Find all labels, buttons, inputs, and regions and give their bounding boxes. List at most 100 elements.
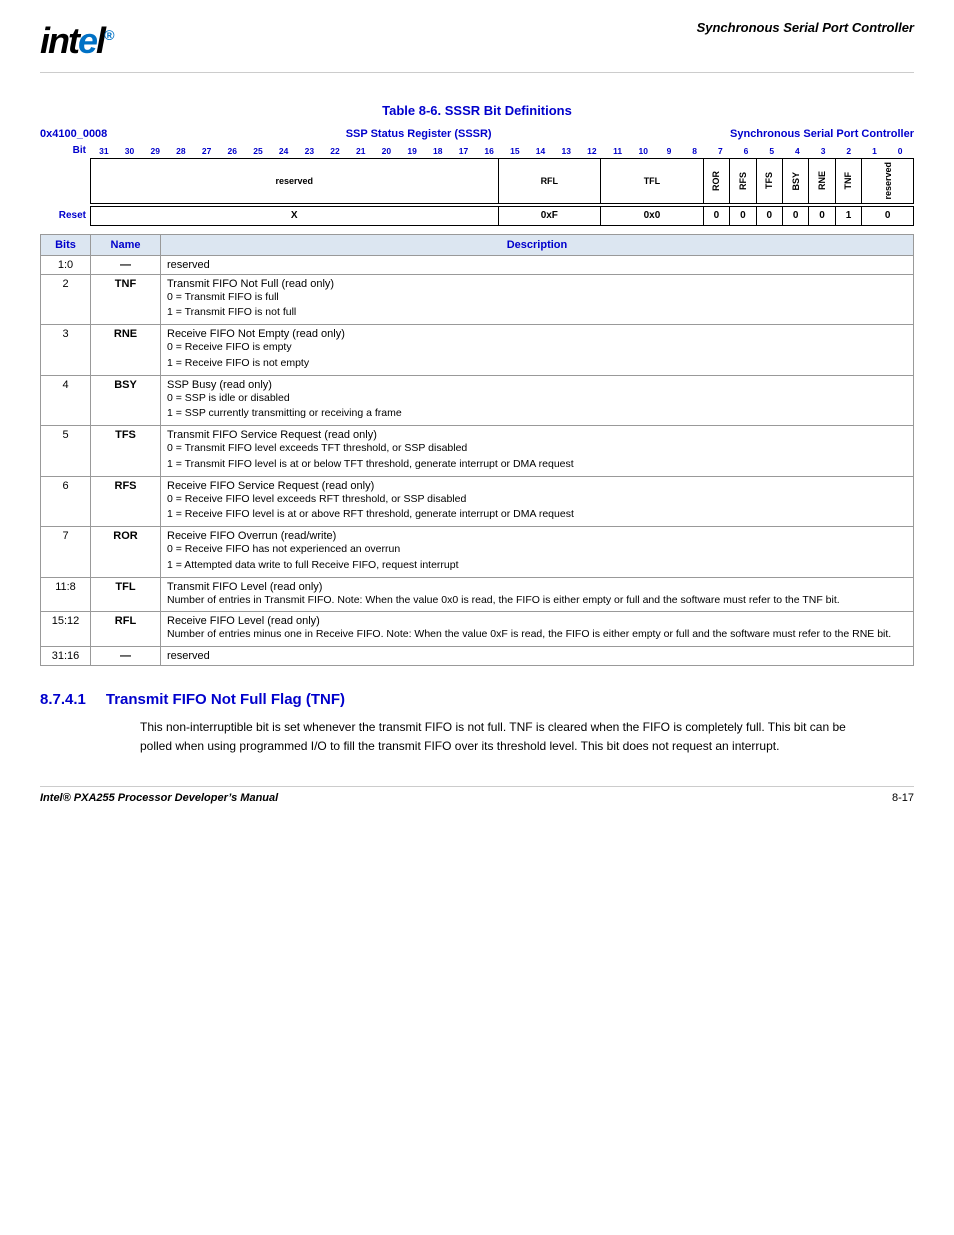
reset-val-1: 0xF	[498, 206, 601, 226]
field-rfl: RFL	[498, 158, 601, 204]
table-body: 1:0—reserved2TNFTransmit FIFO Not Full (…	[41, 255, 914, 666]
reset-val-4: 0	[729, 206, 755, 226]
bit-num-26: 26	[219, 146, 245, 156]
bit-num-17: 17	[451, 146, 477, 156]
bit-num-24: 24	[271, 146, 297, 156]
bit-num-29: 29	[142, 146, 168, 156]
bit-num-18: 18	[425, 146, 451, 156]
bit-num-30: 30	[117, 146, 143, 156]
register-name: SSP Status Register (SSSR)	[346, 128, 492, 140]
bit-num-5: 5	[759, 146, 785, 156]
cell-bits: 3	[41, 325, 91, 376]
cell-bits: 4	[41, 375, 91, 426]
bit-label: Bit	[40, 145, 90, 156]
register-controller: Synchronous Serial Port Controller	[730, 128, 914, 140]
table-row: 6RFSReceive FIFO Service Request (read o…	[41, 476, 914, 527]
cell-bits: 11:8	[41, 577, 91, 612]
bit-number-cells: 3130292827262524232221201918171615141312…	[90, 146, 914, 156]
bit-num-21: 21	[348, 146, 374, 156]
reset-val-8: 1	[835, 206, 861, 226]
table-row: 7RORReceive FIFO Overrun (read/write)0 =…	[41, 527, 914, 578]
bit-num-28: 28	[168, 146, 194, 156]
cell-bits: 6	[41, 476, 91, 527]
reset-val-9: 0	[861, 206, 914, 226]
bit-num-23: 23	[297, 146, 323, 156]
bit-num-12: 12	[579, 146, 605, 156]
table-title: Table 8-6. SSSR Bit Definitions	[40, 103, 914, 118]
table-row: 4BSYSSP Busy (read only)0 = SSP is idle …	[41, 375, 914, 426]
table-row: 11:8TFLTransmit FIFO Level (read only)Nu…	[41, 577, 914, 612]
cell-name: TFL	[91, 577, 161, 612]
reset-val-5: 0	[756, 206, 782, 226]
footer-right: 8-17	[892, 792, 914, 804]
cell-name: RFS	[91, 476, 161, 527]
register-diagram-row: reservedRFLTFLRORRFSTFSBSYRNETNFreserved	[40, 158, 914, 204]
bit-num-11: 11	[605, 146, 631, 156]
col-description: Description	[161, 234, 914, 255]
col-name: Name	[91, 234, 161, 255]
field-reserved: reserved	[90, 158, 498, 204]
register-fields: reservedRFLTFLRORRFSTFSBSYRNETNFreserved	[90, 158, 914, 204]
table-row: 2TNFTransmit FIFO Not Full (read only)0 …	[41, 274, 914, 325]
cell-desc: Transmit FIFO Level (read only)Number of…	[161, 577, 914, 612]
intel-logo: intel®	[40, 20, 112, 62]
cell-bits: 7	[41, 527, 91, 578]
header-title: Synchronous Serial Port Controller	[697, 20, 914, 35]
field-tnf: TNF	[835, 158, 861, 204]
bit-num-15: 15	[502, 146, 528, 156]
footer-left: Intel® PXA255 Processor Developer’s Manu…	[40, 792, 278, 804]
cell-bits: 31:16	[41, 647, 91, 666]
field-rfs: RFS	[729, 158, 755, 204]
cell-desc: Receive FIFO Overrun (read/write)0 = Rec…	[161, 527, 914, 578]
page-header: intel® Synchronous Serial Port Controlle…	[40, 20, 914, 73]
bit-num-6: 6	[733, 146, 759, 156]
cell-name: RFL	[91, 612, 161, 647]
bit-num-7: 7	[708, 146, 734, 156]
cell-desc: Transmit FIFO Service Request (read only…	[161, 426, 914, 477]
cell-bits: 1:0	[41, 255, 91, 274]
cell-desc: Receive FIFO Service Request (read only)…	[161, 476, 914, 527]
bit-num-4: 4	[785, 146, 811, 156]
field-ror: ROR	[703, 158, 729, 204]
section-number: 8.7.4.1	[40, 691, 86, 708]
page-footer: Intel® PXA255 Processor Developer’s Manu…	[40, 786, 914, 804]
table-header-row: Bits Name Description	[41, 234, 914, 255]
cell-desc: Transmit FIFO Not Full (read only)0 = Tr…	[161, 274, 914, 325]
col-bits: Bits	[41, 234, 91, 255]
bit-num-2: 2	[836, 146, 862, 156]
table-row: 31:16—reserved	[41, 647, 914, 666]
field-rne: RNE	[808, 158, 834, 204]
section-heading: 8.7.4.1 Transmit FIFO Not Full Flag (TNF…	[40, 691, 914, 708]
cell-desc: Receive FIFO Level (read only)Number of …	[161, 612, 914, 647]
table-row: 5TFSTransmit FIFO Service Request (read …	[41, 426, 914, 477]
definitions-table: Bits Name Description 1:0—reserved2TNFTr…	[40, 234, 914, 667]
cell-desc: reserved	[161, 647, 914, 666]
table-row: 1:0—reserved	[41, 255, 914, 274]
table-row: 15:12RFLReceive FIFO Level (read only)Nu…	[41, 612, 914, 647]
cell-name: —	[91, 647, 161, 666]
section-body: This non-interruptible bit is set whenev…	[140, 718, 874, 756]
cell-name: TNF	[91, 274, 161, 325]
field-tfl: TFL	[600, 158, 703, 204]
cell-name: TFS	[91, 426, 161, 477]
cell-bits: 5	[41, 426, 91, 477]
bit-num-0: 0	[887, 146, 913, 156]
cell-desc: reserved	[161, 255, 914, 274]
reset-val-6: 0	[782, 206, 808, 226]
bit-num-1: 1	[862, 146, 888, 156]
register-header: 0x4100_0008 SSP Status Register (SSSR) S…	[40, 128, 914, 140]
cell-bits: 2	[41, 274, 91, 325]
bit-num-19: 19	[399, 146, 425, 156]
cell-name: ROR	[91, 527, 161, 578]
cell-bits: 15:12	[41, 612, 91, 647]
logo-text: intel®	[40, 20, 112, 61]
bit-num-16: 16	[476, 146, 502, 156]
cell-name: BSY	[91, 375, 161, 426]
reset-val-3: 0	[703, 206, 729, 226]
cell-desc: Receive FIFO Not Empty (read only)0 = Re…	[161, 325, 914, 376]
bit-num-27: 27	[194, 146, 220, 156]
bit-numbers-row: Bit 313029282726252423222120191817161514…	[40, 145, 914, 156]
bit-num-14: 14	[528, 146, 554, 156]
reset-row: Reset X0xF0x00000010	[40, 206, 914, 226]
bit-num-20: 20	[374, 146, 400, 156]
